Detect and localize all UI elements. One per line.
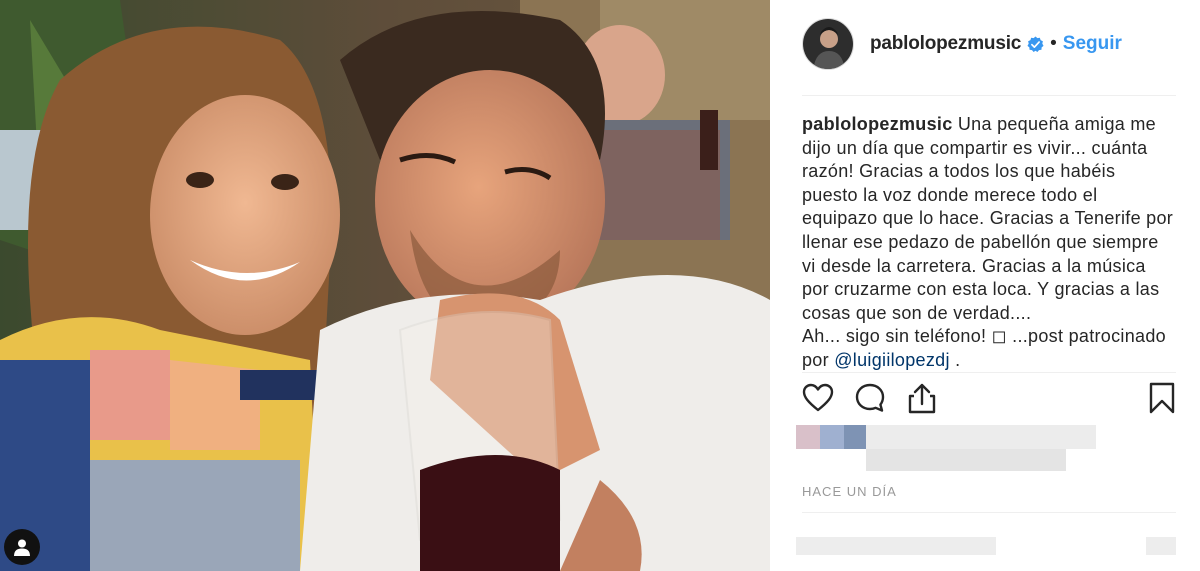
post-timestamp: HACE UN DÍA <box>802 484 897 499</box>
selfie-image <box>0 0 770 571</box>
header-separator: • <box>1050 33 1057 54</box>
blurred-text <box>866 449 1066 471</box>
caption-line: vi desde la carretera. Gracias a la músi… <box>802 255 1146 276</box>
caption-username[interactable]: pablolopezmusic <box>802 114 953 134</box>
username-link[interactable]: pablolopezmusic <box>870 33 1021 55</box>
blurred-avatar <box>820 425 844 449</box>
caption-text: . <box>955 349 961 370</box>
caption-line: equipazo que lo hace. Gracias a Tenerife… <box>802 208 1174 229</box>
caption-line: puesto la voz donde merece todo el <box>802 184 1098 205</box>
header-divider <box>802 95 1176 96</box>
caption-line: dijo un día que compartir es vivir... cu… <box>802 137 1148 158</box>
caption-line: razón! Gracias a todos los que habéis <box>802 161 1116 182</box>
user-icon <box>14 539 30 556</box>
caption-line: cosas que son de verdad.... <box>802 302 1032 323</box>
post-photo[interactable] <box>0 0 770 571</box>
mention-link[interactable]: @luigiilopezdj <box>834 350 950 370</box>
tagged-users-button[interactable] <box>4 529 40 565</box>
caption-text: por <box>802 349 829 370</box>
blurred-text <box>1146 537 1176 555</box>
blurred-text <box>796 537 996 555</box>
verified-badge-icon <box>1027 35 1044 52</box>
caption-line: por cruzarme con esta loca. Y gracias a … <box>802 279 1160 300</box>
comment-box-blurred[interactable] <box>796 533 1176 561</box>
post-header: pablolopezmusic • Seguir <box>802 18 1176 70</box>
post-panel: pablolopezmusic • Seguir pablolopezmusic… <box>770 0 1200 571</box>
follow-button[interactable]: Seguir <box>1063 33 1122 55</box>
blurred-text <box>866 425 1096 449</box>
caption-line: pablolopezmusic Una pequeña amiga me <box>802 113 1178 137</box>
share-icon[interactable] <box>906 382 938 414</box>
heart-icon[interactable] <box>802 382 834 414</box>
profile-picture <box>803 19 853 69</box>
caption-divider <box>802 372 1176 373</box>
blurred-avatar <box>796 425 820 449</box>
timestamp-divider <box>802 512 1176 513</box>
likes-blurred <box>796 425 1096 473</box>
caption-text: Una pequeña amiga me <box>957 114 1156 134</box>
bookmark-icon[interactable] <box>1148 382 1176 414</box>
avatar[interactable] <box>802 18 854 70</box>
action-bar <box>802 382 1176 416</box>
blurred-avatar <box>844 425 866 449</box>
caption-line: por @luigiilopezdj . <box>802 349 1178 373</box>
caption-line: llenar ese pedazo de pabellón que siempr… <box>802 231 1159 252</box>
comment-icon[interactable] <box>854 382 886 414</box>
caption-line: Ah... sigo sin teléfono! ◻ ...post patro… <box>802 326 1166 347</box>
post-caption: pablolopezmusic Una pequeña amiga me dij… <box>802 113 1178 373</box>
